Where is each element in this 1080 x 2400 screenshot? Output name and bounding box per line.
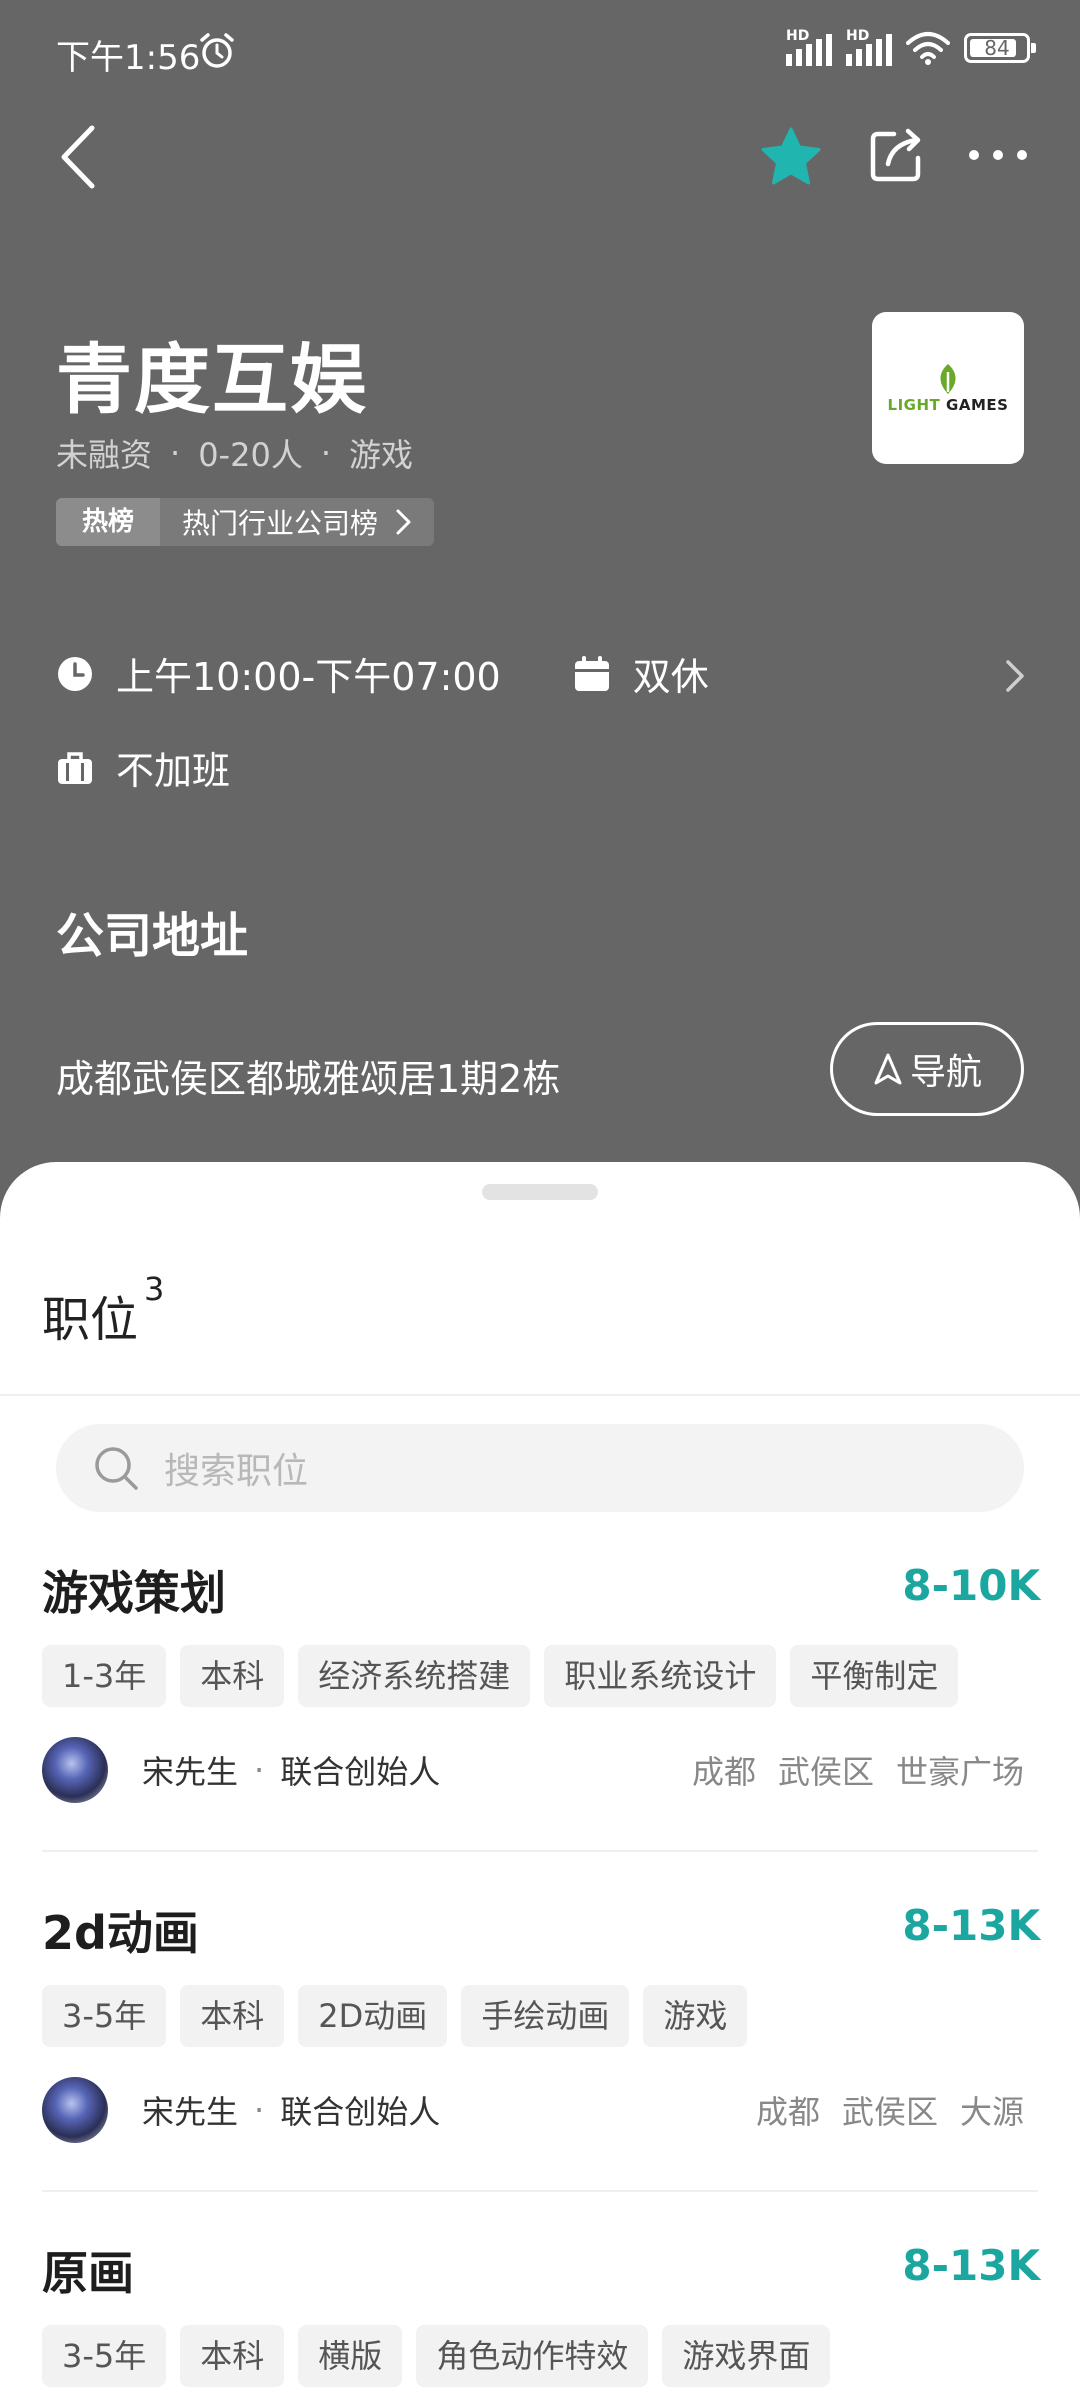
address-title: 公司地址	[56, 908, 249, 964]
job-tags: 1-3年 本科 经济系统搭建 职业系统设计 平衡制定	[42, 1645, 959, 1707]
overtime-text: 不加班	[116, 749, 231, 793]
signal-2-icon: HD	[846, 28, 892, 66]
contact-role: 联合创始人	[280, 1753, 441, 1791]
contact-role: 联合创始人	[280, 2093, 441, 2131]
contact-name: 宋先生	[142, 1753, 239, 1791]
job-card[interactable]: 游戏策划 8-10K 1-3年 本科 经济系统搭建 职业系统设计 平衡制定 宋先…	[42, 1557, 1040, 1807]
location-city: 成都	[755, 2093, 820, 2131]
job-card[interactable]: 2d动画 8-13K 3-5年 本科 2D动画 手绘动画 游戏 宋先生 · 联合…	[42, 1897, 1040, 2147]
star-icon[interactable]	[760, 126, 822, 188]
job-tag: 平衡制定	[790, 1645, 959, 1707]
clock-icon	[58, 656, 92, 691]
job-tag: 横版	[298, 2325, 403, 2387]
sheet-drag-handle[interactable]	[482, 1184, 598, 1200]
location-area: 世豪广场	[895, 1753, 1024, 1791]
job-location: 成都 武侯区 大源	[756, 2087, 1024, 2133]
logo-wordmark: LIGHT GAMES	[887, 396, 1009, 414]
search-icon	[95, 1447, 138, 1490]
job-tag: 本科	[180, 1645, 285, 1707]
address-text: 成都武侯区都城雅颂居1期2栋	[56, 1057, 561, 1101]
job-tag: 角色动作特效	[416, 2325, 649, 2387]
job-tag: 职业系统设计	[544, 1645, 777, 1707]
job-tag: 游戏界面	[662, 2325, 831, 2387]
job-tag: 手绘动画	[461, 1985, 630, 2047]
position-search-input[interactable]: 搜索职位	[56, 1424, 1024, 1512]
location-area: 大源	[959, 2093, 1024, 2131]
job-location: 成都 武侯区 世豪广场	[692, 1747, 1024, 1793]
battery-icon: 84	[964, 33, 1036, 63]
alarm-icon	[200, 33, 234, 68]
calendar-icon	[574, 655, 609, 691]
job-contact: 宋先生 · 联合创始人 成都 武侯区 大源	[42, 2077, 1040, 2143]
location-city: 成都	[691, 1753, 756, 1791]
job-tag: 1-3年	[42, 1645, 167, 1707]
divider	[42, 2190, 1038, 2192]
hot-badge: 热榜	[56, 498, 161, 546]
wifi-icon	[906, 32, 950, 65]
job-tag: 经济系统搭建	[298, 1645, 531, 1707]
share-icon[interactable]	[868, 126, 926, 184]
hot-rank-tag[interactable]: 热榜 热门行业公司榜	[56, 498, 435, 546]
divider	[42, 1850, 1038, 1852]
briefcase-icon	[58, 751, 92, 784]
back-icon[interactable]	[52, 122, 108, 192]
avatar	[42, 2077, 108, 2143]
meta-separator: ·	[170, 434, 181, 472]
contact-separator: ·	[254, 2091, 265, 2129]
job-title: 原画	[42, 2246, 134, 2300]
rest-days: 双休	[632, 655, 709, 699]
positions-count: 3	[144, 1270, 165, 1308]
company-size: 0-20人	[198, 436, 303, 474]
more-icon[interactable]	[966, 140, 1030, 170]
job-tags: 3-5年 本科 横版 角色动作特效 游戏界面	[42, 2325, 831, 2387]
funding-stage: 未融资	[56, 436, 153, 474]
status-bar: 下午1:56 HD HD 84	[0, 0, 1080, 100]
company-logo: LIGHT GAMES	[872, 312, 1024, 464]
overtime-row: 不加班	[56, 740, 230, 795]
company-name: 青度互娱	[56, 335, 368, 424]
navigation-arrow-icon	[874, 1053, 902, 1085]
positions-title: 职位3	[42, 1270, 165, 1348]
status-time: 下午1:56	[56, 38, 201, 78]
meta-separator: ·	[320, 434, 331, 472]
job-tag: 2D动画	[298, 1985, 448, 2047]
location-district: 武侯区	[841, 2093, 938, 2131]
job-salary: 8-13K	[902, 1901, 1040, 1950]
job-tags: 3-5年 本科 2D动画 手绘动画 游戏	[42, 1985, 748, 2047]
job-salary: 8-13K	[902, 2241, 1040, 2290]
contact-separator: ·	[254, 1751, 265, 1789]
job-card[interactable]: 原画 8-13K 3-5年 本科 横版 角色动作特效 游戏界面	[42, 2237, 1040, 2400]
leaf-logo-icon	[940, 364, 956, 394]
job-salary: 8-10K	[902, 1561, 1040, 1610]
navigate-label: 导航	[909, 1052, 982, 1093]
work-schedule-row[interactable]: 上午10:00-下午07:00 双休	[56, 646, 709, 701]
divider	[0, 1394, 1080, 1396]
contact-name: 宋先生	[142, 2093, 239, 2131]
work-hours: 上午10:00-下午07:00	[116, 655, 501, 699]
avatar	[42, 1737, 108, 1803]
positions-sheet: 职位3 搜索职位 游戏策划 8-10K 1-3年 本科 经济系统搭建 职业系统设…	[0, 1162, 1080, 2400]
job-tag: 本科	[180, 2325, 285, 2387]
job-tag: 3-5年	[42, 2325, 167, 2387]
chevron-right-icon	[396, 509, 411, 535]
hot-rank-label: 热门行业公司榜	[182, 507, 379, 540]
search-placeholder: 搜索职位	[164, 1451, 309, 1492]
job-title: 2d动画	[42, 1906, 199, 1960]
location-district: 武侯区	[777, 1753, 874, 1791]
battery-level: 84	[984, 36, 1010, 60]
company-meta: 未融资 · 0-20人 · 游戏	[56, 430, 413, 476]
company-industry: 游戏	[349, 436, 414, 474]
chevron-right-icon[interactable]	[998, 656, 1032, 696]
job-tag: 本科	[180, 1985, 285, 2047]
signal-1-icon: HD	[786, 28, 832, 66]
job-tag: 3-5年	[42, 1985, 167, 2047]
job-contact: 宋先生 · 联合创始人 成都 武侯区 世豪广场	[42, 1737, 1040, 1803]
job-title: 游戏策划	[42, 1566, 226, 1620]
navigate-button[interactable]: 导航	[830, 1022, 1024, 1116]
job-tag: 游戏	[643, 1985, 748, 2047]
